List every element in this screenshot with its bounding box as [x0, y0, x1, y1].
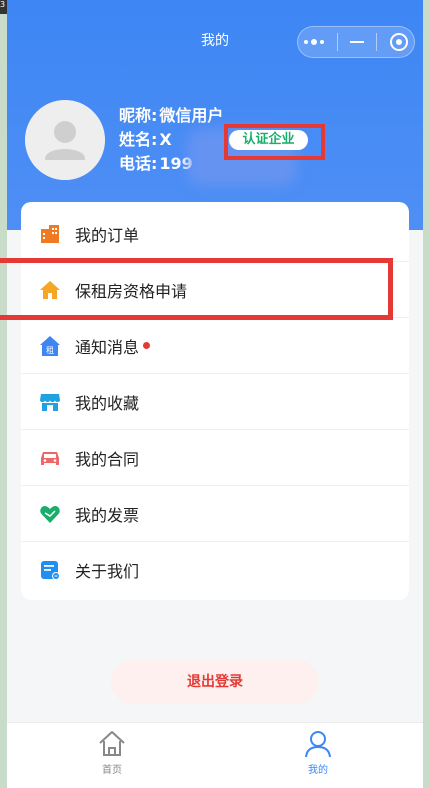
- svg-text:租: 租: [46, 346, 54, 355]
- menu-item-about[interactable]: 关于我们: [21, 542, 409, 598]
- nickname-value: 微信用户: [159, 106, 224, 125]
- menu-item-label: 通知消息: [75, 337, 140, 357]
- name-label: 姓名:: [119, 130, 158, 149]
- heart-icon: [39, 503, 61, 525]
- building-icon: [39, 223, 61, 245]
- annotation-box-badge: [224, 124, 325, 160]
- mini-program-capsule: [297, 26, 415, 58]
- phone-screen: 我的 昵称: 微信用户 姓名: X 电话: 199 认证企业 我的订单 保租房资…: [7, 0, 423, 788]
- corner-text: 3: [0, 0, 6, 9]
- tab-mine-label: 我的: [308, 765, 328, 776]
- menu-item-label: 我的收藏: [75, 393, 140, 413]
- unread-dot: [143, 342, 151, 349]
- menu-item-orders[interactable]: 我的订单: [21, 206, 409, 262]
- user-icon: [305, 731, 331, 758]
- menu-item-label: 我的合同: [75, 449, 140, 469]
- menu-item-label: 我的发票: [75, 505, 140, 525]
- car-icon: [39, 447, 61, 469]
- capsule-divider: [336, 33, 338, 51]
- avatar[interactable]: [25, 100, 105, 180]
- profile-header: 我的 昵称: 微信用户 姓名: X 电话: 199 认证企业: [7, 0, 423, 230]
- default-avatar-icon: [25, 100, 105, 180]
- phone-label: 电话:: [119, 154, 158, 173]
- home-icon: [99, 731, 125, 756]
- menu-item-label: 我的订单: [75, 225, 140, 245]
- tab-home-label: 首页: [102, 765, 122, 776]
- menu-item-favorites[interactable]: 我的收藏: [21, 374, 409, 430]
- nickname-label: 昵称:: [119, 106, 158, 125]
- document-icon: [39, 559, 61, 581]
- capsule-divider: [376, 33, 378, 51]
- logout-button[interactable]: 退出登录: [111, 660, 319, 704]
- more-menu-icon[interactable]: [304, 39, 325, 45]
- tab-home[interactable]: 首页: [72, 729, 152, 776]
- bottom-tab-bar: 首页 我的: [7, 722, 423, 788]
- name-value: X: [159, 130, 172, 149]
- menu-item-invoices[interactable]: 我的发票: [21, 486, 409, 542]
- window-corner-mark: 3: [0, 0, 7, 14]
- annotation-box-housing-item: [0, 258, 393, 320]
- menu-item-label: 关于我们: [75, 562, 140, 581]
- menu-item-contracts[interactable]: 我的合同: [21, 430, 409, 486]
- rent-house-icon: 租: [39, 335, 61, 357]
- close-mini-program-icon[interactable]: [389, 33, 408, 51]
- nickname-row: 昵称: 微信用户: [119, 104, 223, 128]
- tab-mine[interactable]: 我的: [278, 729, 358, 776]
- minimize-icon[interactable]: [349, 41, 364, 43]
- shop-icon: [39, 391, 61, 413]
- menu-item-notifications[interactable]: 租 通知消息: [21, 318, 409, 374]
